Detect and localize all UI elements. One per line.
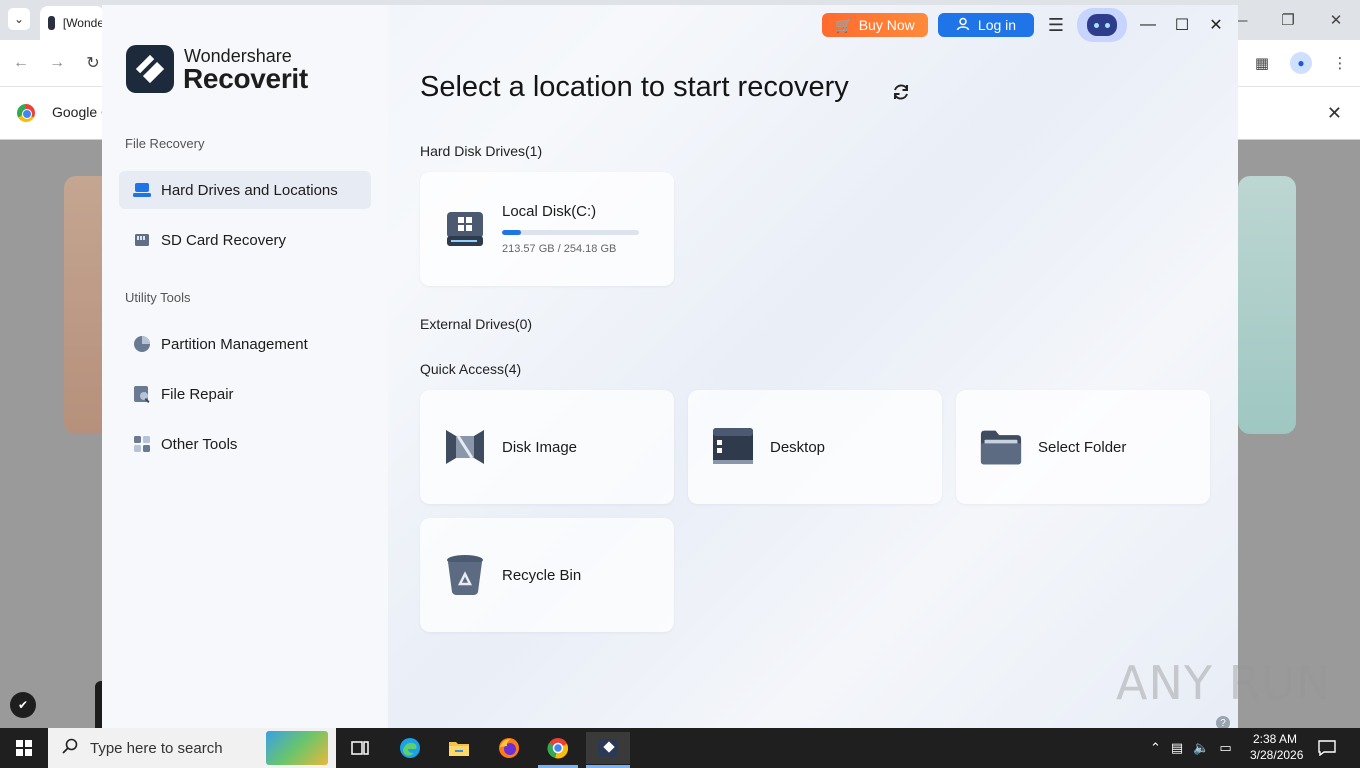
search-placeholder: Type here to search: [90, 739, 223, 757]
start-button[interactable]: [0, 728, 48, 768]
anyrun-watermark: ANY RUN: [1116, 656, 1332, 710]
drive-icon: [133, 181, 151, 199]
minimize-icon[interactable]: —: [1138, 15, 1158, 35]
sidebar-item-partition[interactable]: Partition Management: [119, 325, 371, 363]
edge-browser-icon[interactable]: [394, 732, 426, 764]
local-disk-name: Local Disk(C:): [502, 203, 597, 220]
windows-logo-icon: [16, 740, 32, 756]
refresh-icon[interactable]: [890, 81, 912, 103]
sidebar-item-label: File Repair: [161, 385, 234, 403]
extensions-puzzle-icon[interactable]: ▦: [1248, 49, 1276, 77]
recoverit-logo-icon: [126, 45, 174, 93]
disk-usage-fill: [502, 230, 522, 235]
notification-center-icon[interactable]: [1316, 738, 1338, 758]
task-view-icon[interactable]: [344, 732, 376, 764]
cart-icon: 🛒: [835, 16, 853, 33]
log-in-label: Log in: [977, 17, 1017, 33]
sidebar-item-other-tools[interactable]: Other Tools: [119, 425, 371, 463]
sidebar-item-label: Partition Management: [161, 335, 308, 353]
sidebar-item-hard-drives[interactable]: Hard Drives and Locations: [119, 171, 371, 209]
quick-access-label: Quick Access(4): [420, 361, 522, 377]
quick-access-label-text: Select Folder: [1038, 438, 1127, 456]
folder-icon: [980, 426, 1022, 468]
sidebar-item-label: SD Card Recovery: [161, 231, 287, 249]
browser-close-icon[interactable]: ✕: [1312, 0, 1360, 40]
ai-assistant-robot-icon[interactable]: [1077, 8, 1127, 42]
profile-avatar-icon[interactable]: ●: [1290, 52, 1312, 74]
file-repair-icon: [133, 385, 151, 403]
quick-access-label-text: Desktop: [770, 438, 826, 456]
clock-date: 3/28/2026: [1250, 748, 1304, 762]
browser-tab[interactable]: [Wonde: [40, 6, 104, 40]
display-icon[interactable]: ▭: [1219, 740, 1231, 756]
forward-arrow-icon[interactable]: →: [46, 52, 68, 74]
pie-chart-icon: [133, 335, 151, 353]
help-icon[interactable]: ?: [1216, 716, 1230, 728]
browser-tab-title: [Wonde: [62, 16, 104, 30]
recoverit-taskbar-icon[interactable]: [586, 732, 630, 764]
shield-check-icon[interactable]: ✔: [10, 692, 36, 718]
tray-chevron-up-icon[interactable]: ⌃: [1150, 740, 1161, 756]
quick-access-select-folder[interactable]: Select Folder: [956, 390, 1210, 504]
sd-card-icon: [133, 231, 151, 249]
quick-access-desktop[interactable]: Desktop: [688, 390, 942, 504]
sidebar-item-label: Hard Drives and Locations: [161, 181, 338, 199]
external-drives-label: External Drives(0): [420, 316, 533, 332]
chrome-logo-icon: [17, 104, 35, 122]
buy-now-label: Buy Now: [858, 17, 915, 33]
desktop-icon: [712, 426, 754, 468]
volume-icon[interactable]: 🔈: [1193, 740, 1209, 756]
firefox-icon[interactable]: [493, 732, 525, 764]
disk-usage-bar: [502, 230, 639, 235]
recycle-bin-icon: [444, 554, 486, 596]
browser-menu-kebab-icon[interactable]: ⋮: [1326, 49, 1354, 77]
sidebar-item-file-repair[interactable]: File Repair: [119, 375, 371, 413]
browser-restore-icon[interactable]: ❐: [1264, 0, 1312, 40]
user-icon: [956, 17, 970, 34]
local-disk-card[interactable]: Local Disk(C:) 213.57 GB / 254.18 GB: [420, 172, 674, 286]
sidebar-item-label: Other Tools: [161, 435, 238, 453]
taskbar-clock[interactable]: 2:38 AM 3/28/2026: [1250, 731, 1304, 763]
search-highlight-image: [266, 731, 328, 765]
hard-disk-windows-icon: [444, 208, 486, 250]
page-title: Select a location to start recovery: [420, 71, 849, 103]
infobar-close-icon[interactable]: ✕: [1327, 103, 1342, 124]
close-icon[interactable]: ✕: [1206, 15, 1226, 35]
tools-grid-icon: [133, 435, 151, 453]
chrome-icon[interactable]: [542, 732, 574, 764]
file-explorer-icon[interactable]: [443, 732, 475, 764]
recoverit-window: Wondershare Recoverit File Recovery Hard…: [102, 5, 1238, 728]
network-icon[interactable]: ▤: [1171, 740, 1183, 756]
local-disk-size: 213.57 GB / 254.18 GB: [502, 243, 617, 255]
tab-favicon-icon: [48, 16, 55, 30]
browser-toolbar-right: ▦ ● ⋮: [1248, 48, 1354, 78]
sidebar-item-sd-card[interactable]: SD Card Recovery: [119, 221, 371, 259]
section-utility-tools: Utility Tools: [125, 290, 191, 305]
log-in-button[interactable]: Log in: [938, 13, 1034, 37]
reload-icon[interactable]: ↻: [82, 52, 104, 74]
maximize-icon[interactable]: ☐: [1172, 15, 1192, 35]
quick-access-label-text: Recycle Bin: [502, 566, 582, 584]
back-arrow-icon[interactable]: ←: [10, 52, 32, 74]
sidebar: Wondershare Recoverit File Recovery Hard…: [102, 5, 388, 728]
local-disk-info: Local Disk(C:) 213.57 GB / 254.18 GB: [502, 203, 639, 255]
disk-image-icon: [444, 426, 486, 468]
system-tray: ⌃ ▤ 🔈 ▭: [1150, 728, 1232, 768]
background-card-right: [1238, 176, 1296, 434]
search-icon: [62, 738, 78, 758]
section-file-recovery: File Recovery: [125, 136, 205, 151]
tab-search-chevron-icon[interactable]: ⌄: [8, 8, 30, 30]
quick-access-disk-image[interactable]: Disk Image: [420, 390, 674, 504]
quick-access-recycle-bin[interactable]: Recycle Bin: [420, 518, 674, 632]
clock-time: 2:38 AM: [1252, 732, 1298, 746]
hard-disk-drives-label: Hard Disk Drives(1): [420, 143, 543, 159]
buy-now-button[interactable]: 🛒 Buy Now: [822, 13, 928, 37]
quick-access-label-text: Disk Image: [502, 438, 578, 456]
brand-product: Recoverit: [183, 63, 308, 94]
menu-list-icon[interactable]: ☰: [1046, 15, 1066, 35]
